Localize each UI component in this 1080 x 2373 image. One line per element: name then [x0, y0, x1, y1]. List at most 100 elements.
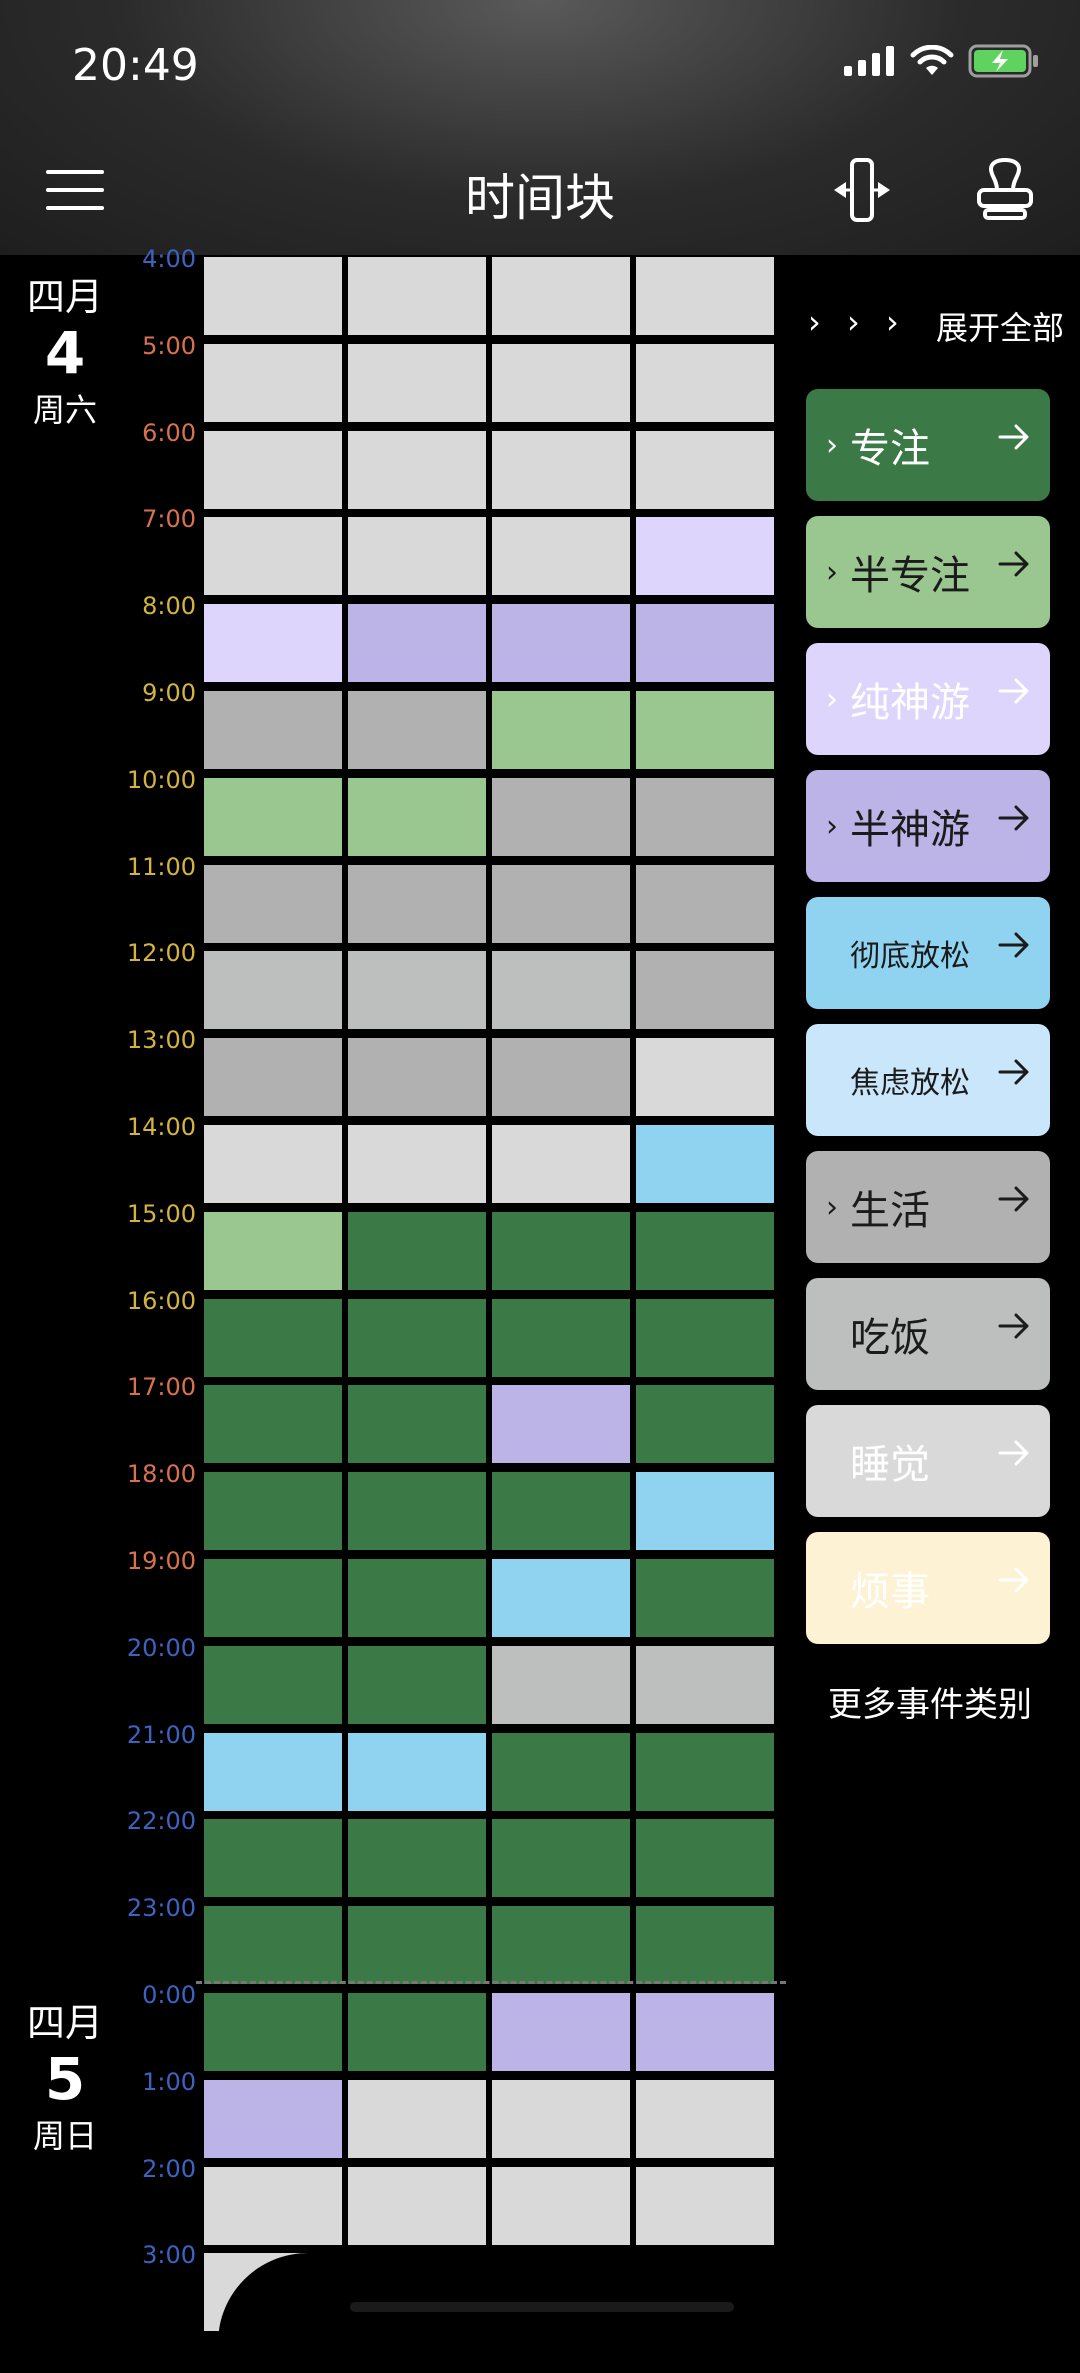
time-block-cell[interactable]	[348, 604, 486, 682]
vertical-resize-icon[interactable]	[832, 158, 892, 222]
time-block-cell[interactable]	[492, 1385, 630, 1463]
time-block-cell[interactable]	[492, 2080, 630, 2158]
time-block-cell[interactable]	[636, 1038, 774, 1116]
time-block-cell[interactable]	[636, 604, 774, 682]
time-block-cell[interactable]	[204, 1733, 342, 1811]
time-block-cell[interactable]	[348, 1733, 486, 1811]
time-block-cell[interactable]	[348, 2080, 486, 2158]
time-block-cell[interactable]	[492, 1646, 630, 1724]
time-block-cell[interactable]	[492, 1472, 630, 1550]
time-block-cell[interactable]	[204, 1646, 342, 1724]
time-block-cell[interactable]	[636, 1385, 774, 1463]
time-block-cell[interactable]	[204, 1299, 342, 1377]
time-block-cell[interactable]	[636, 1906, 774, 1984]
time-block-cell[interactable]	[636, 1299, 774, 1377]
time-block-cell[interactable]	[492, 691, 630, 769]
time-block-cell[interactable]	[492, 1299, 630, 1377]
time-block-cell[interactable]	[348, 2167, 486, 2245]
time-block-cell[interactable]	[348, 344, 486, 422]
category-button-focus[interactable]: › 专注	[806, 389, 1050, 501]
time-block-cell[interactable]	[204, 1212, 342, 1290]
time-block-cell[interactable]	[204, 778, 342, 856]
time-block-cell[interactable]	[492, 1212, 630, 1290]
time-block-cell[interactable]	[204, 1559, 342, 1637]
time-block-cell[interactable]	[348, 1125, 486, 1203]
expand-all-button[interactable]: › › › 展开全部	[800, 303, 1064, 355]
time-block-cell[interactable]	[492, 604, 630, 682]
time-block-cell[interactable]	[636, 431, 774, 509]
time-block-cell[interactable]	[348, 1906, 486, 1984]
time-block-cell[interactable]	[636, 344, 774, 422]
time-block-cell[interactable]	[492, 257, 630, 335]
time-block-cell[interactable]	[636, 778, 774, 856]
time-block-cell[interactable]	[348, 517, 486, 595]
time-block-cell[interactable]	[348, 951, 486, 1029]
category-button-pure_wander[interactable]: › 纯神游	[806, 643, 1050, 755]
time-block-cell[interactable]	[204, 1125, 342, 1203]
time-block-cell[interactable]	[636, 1212, 774, 1290]
time-block-cell[interactable]	[204, 1819, 342, 1897]
time-block-cell[interactable]	[348, 257, 486, 335]
time-block-cell[interactable]	[636, 1819, 774, 1897]
time-block-cell[interactable]	[348, 778, 486, 856]
time-block-cell[interactable]	[348, 1472, 486, 1550]
time-block-cell[interactable]	[348, 1385, 486, 1463]
category-button-half_focus[interactable]: › 半专注	[806, 516, 1050, 628]
time-block-cell[interactable]	[204, 1038, 342, 1116]
time-block-cell[interactable]	[204, 951, 342, 1029]
time-block-cell[interactable]	[348, 1559, 486, 1637]
time-block-cell[interactable]	[492, 865, 630, 943]
time-block-cell[interactable]	[636, 1125, 774, 1203]
time-block-cell[interactable]	[204, 344, 342, 422]
time-block-cell[interactable]	[492, 1038, 630, 1116]
time-block-cell[interactable]	[492, 344, 630, 422]
time-block-cell[interactable]	[204, 1385, 342, 1463]
time-block-cell[interactable]	[636, 1559, 774, 1637]
time-block-cell[interactable]	[492, 1125, 630, 1203]
time-block-cell[interactable]	[636, 1472, 774, 1550]
time-block-cell[interactable]	[636, 517, 774, 595]
time-block-cell[interactable]	[348, 1038, 486, 1116]
category-button-half_wander[interactable]: › 半神游	[806, 770, 1050, 882]
time-block-cell[interactable]	[348, 1646, 486, 1724]
category-button-eat[interactable]: 吃饭	[806, 1278, 1050, 1390]
time-block-cell[interactable]	[204, 604, 342, 682]
category-button-chores[interactable]: 烦事	[806, 1532, 1050, 1644]
time-block-cell[interactable]	[348, 1299, 486, 1377]
time-block-cell[interactable]	[636, 1733, 774, 1811]
time-block-cell[interactable]	[636, 2167, 774, 2245]
time-block-cell[interactable]	[636, 1646, 774, 1724]
time-block-cell[interactable]	[492, 1559, 630, 1637]
time-block-cell[interactable]	[492, 778, 630, 856]
category-button-life[interactable]: › 生活	[806, 1151, 1050, 1263]
time-block-cell[interactable]	[636, 2080, 774, 2158]
time-block-cell[interactable]	[348, 1819, 486, 1897]
time-block-cell[interactable]	[492, 431, 630, 509]
time-block-cell[interactable]	[492, 1733, 630, 1811]
time-block-cell[interactable]	[492, 1993, 630, 2071]
time-block-cell[interactable]	[204, 431, 342, 509]
time-block-cell[interactable]	[204, 2167, 342, 2245]
time-block-cell[interactable]	[204, 1993, 342, 2071]
time-block-cell[interactable]	[348, 431, 486, 509]
time-block-cell[interactable]	[348, 691, 486, 769]
time-block-cell[interactable]	[636, 691, 774, 769]
category-button-sleep[interactable]: 睡觉	[806, 1405, 1050, 1517]
time-block-cell[interactable]	[348, 1993, 486, 2071]
time-block-cell[interactable]	[204, 1472, 342, 1550]
time-block-cell[interactable]	[348, 1212, 486, 1290]
time-block-cell[interactable]	[492, 951, 630, 1029]
time-block-cell[interactable]	[204, 865, 342, 943]
time-block-cell[interactable]	[204, 1906, 342, 1984]
more-categories-button[interactable]: 更多事件类别	[800, 1677, 1060, 1726]
time-block-cell[interactable]	[636, 951, 774, 1029]
time-block-cell[interactable]	[492, 1819, 630, 1897]
time-block-cell[interactable]	[492, 2167, 630, 2245]
category-button-anxious_relax[interactable]: 焦虑放松	[806, 1024, 1050, 1136]
time-block-cell[interactable]	[492, 517, 630, 595]
time-block-cell[interactable]	[348, 865, 486, 943]
time-block-cell[interactable]	[204, 2080, 342, 2158]
category-button-full_relax[interactable]: 彻底放松	[806, 897, 1050, 1009]
time-block-cell[interactable]	[636, 257, 774, 335]
time-block-cell[interactable]	[492, 1906, 630, 1984]
